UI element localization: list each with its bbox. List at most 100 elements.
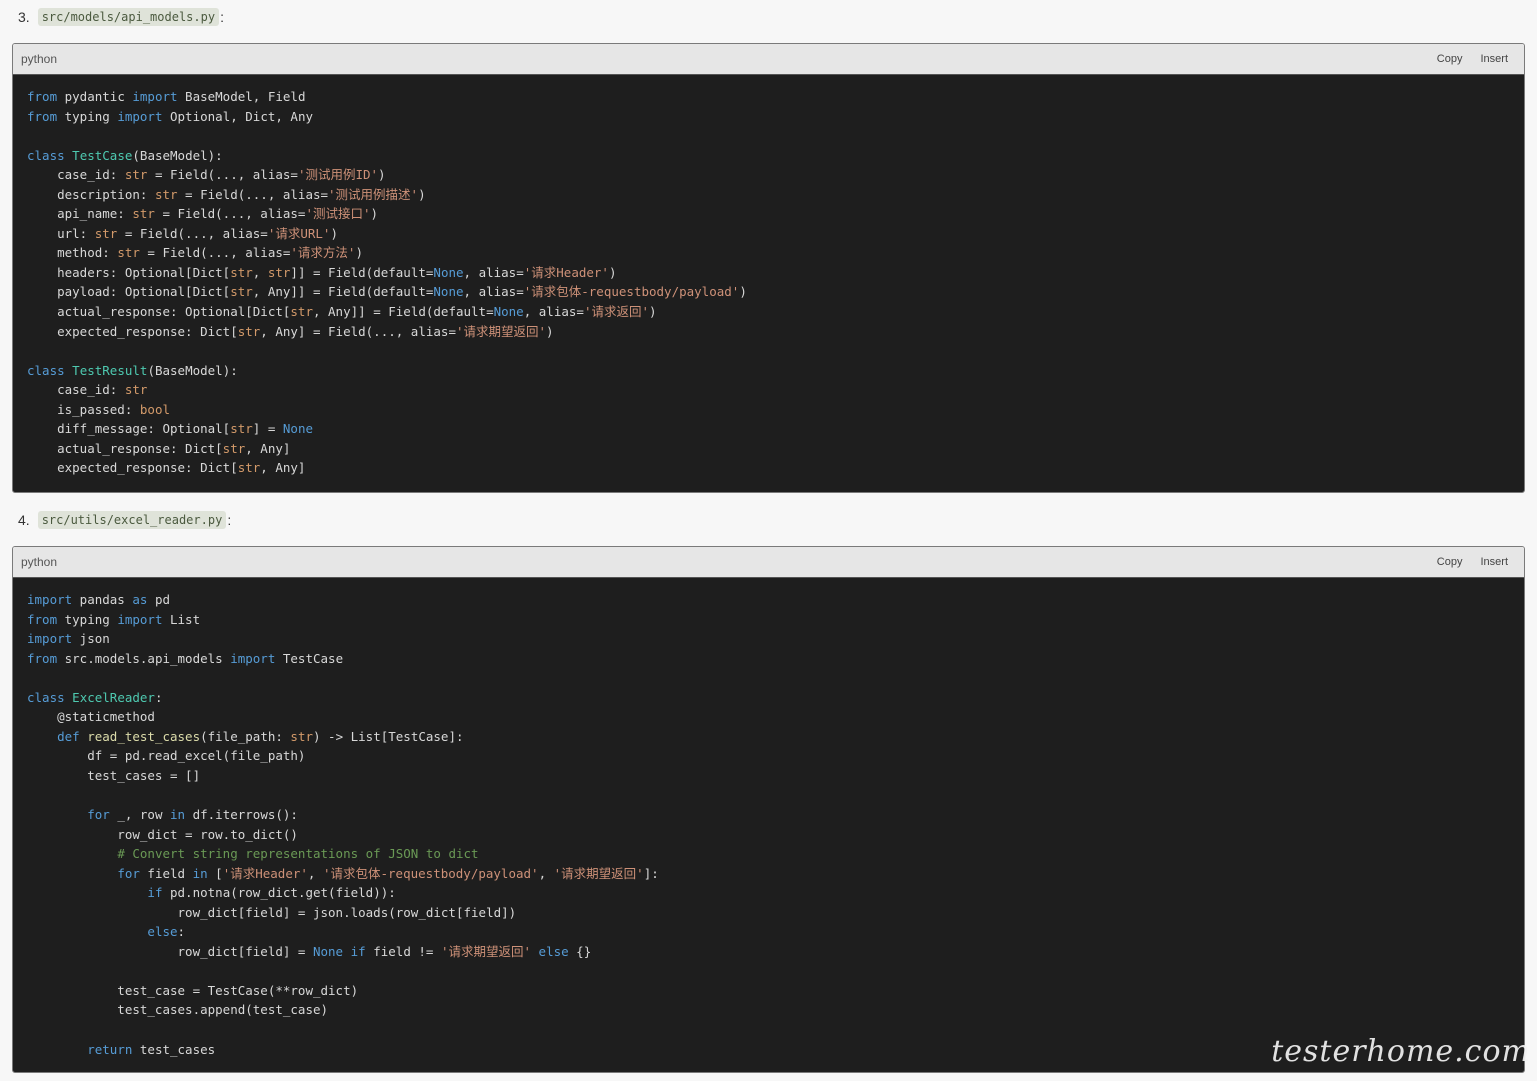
code-line: test_cases = []: [27, 766, 1524, 786]
code-token: :: [177, 924, 186, 940]
code-token: = Field(..., alias=: [117, 225, 268, 241]
code-token: , Any]] = Field(default=: [312, 304, 494, 320]
code-token: ]] = Field(default=: [290, 264, 434, 280]
watermark-logo: testerhome.com: [1271, 1034, 1531, 1069]
file-path: src/utils/excel_reader.py: [37, 511, 227, 529]
code-token: read_test_cases: [87, 728, 201, 744]
code-line: url: str = Field(..., alias='请求URL'): [27, 224, 1524, 244]
code-line: test_case = TestCase(**row_dict): [27, 981, 1524, 1001]
code-token: row_dict = row.to_dict(): [27, 826, 298, 842]
code-token: bool: [139, 401, 170, 417]
code-line: api_name: str = Field(..., alias='测试接口'): [27, 204, 1524, 224]
insert-button[interactable]: Insert: [1480, 556, 1508, 568]
code-token: = Field(..., alias=: [147, 167, 298, 183]
code-token: test_case = TestCase(**row_dict): [27, 982, 359, 998]
code-token: '请求期望返回': [440, 943, 532, 959]
copy-button[interactable]: Copy: [1437, 556, 1463, 568]
code-token: as: [132, 592, 148, 607]
code-line: @staticmethod: [27, 707, 1524, 727]
code-token: test_cases: [132, 1041, 216, 1057]
code-line: else:: [27, 922, 1524, 942]
code-token: headers: Optional[Dict[: [27, 264, 231, 280]
code-token: List: [162, 611, 201, 627]
code-token: else: [538, 943, 569, 959]
code-token: ): [370, 206, 379, 222]
code-token: TestResult: [72, 362, 148, 378]
code-token: None: [312, 943, 344, 959]
code-token: class: [27, 147, 65, 163]
code-token: import: [27, 631, 73, 647]
code-line: import pandas as pd: [27, 590, 1524, 610]
code-token: str: [230, 264, 253, 280]
code-token: ): [608, 264, 617, 280]
copy-button[interactable]: Copy: [1437, 53, 1463, 65]
code-token: ,: [307, 865, 323, 881]
code-token: '测试用例ID': [297, 167, 379, 183]
code-token: '测试接口': [305, 206, 371, 222]
code-token: str: [154, 186, 178, 202]
code-token: import: [117, 611, 163, 627]
code-token: case_id:: [27, 382, 125, 398]
code-line: def read_test_cases(file_path: str) -> L…: [27, 727, 1524, 747]
step-3-heading: 3. src/models/api_models.py :: [18, 8, 224, 26]
code-line: import json: [27, 629, 1524, 649]
code-token: description:: [27, 186, 155, 202]
code-line: row_dict[field] = json.loads(row_dict[fi…: [27, 903, 1524, 923]
code-token: , Any]: [245, 440, 291, 456]
code-token: actual_response: Dict[: [27, 440, 223, 456]
code-line: is_passed: bool: [27, 400, 1524, 420]
code-line: diff_message: Optional[str] = None: [27, 419, 1524, 439]
code-token: (BaseModel):: [132, 147, 223, 163]
code-token: ExcelReader: [72, 689, 155, 705]
code-token: str: [222, 440, 246, 456]
code-line: for field in ['请求Header', '请求包体-requestb…: [27, 864, 1524, 884]
code-token: _, row: [109, 807, 171, 823]
code-token: import: [132, 89, 178, 104]
code-token: pydantic: [57, 89, 133, 104]
file-path: src/models/api_models.py: [37, 8, 220, 26]
code-line: case_id: str = Field(..., alias='测试用例ID'…: [27, 165, 1524, 185]
code-token: in: [192, 865, 208, 881]
code-token: str: [230, 284, 253, 300]
code-line: if pd.notna(row_dict.get(field)):: [27, 883, 1524, 903]
code-token: str: [290, 304, 313, 320]
code-token: df.iterrows():: [185, 807, 298, 823]
code-token: None: [493, 304, 524, 320]
code-line: headers: Optional[Dict[str, str]] = Fiel…: [27, 263, 1524, 283]
code-line: row_dict[field] = None if field != '请求期望…: [27, 942, 1524, 962]
code-token: , alias=: [463, 284, 524, 300]
code-token: ): [649, 304, 657, 320]
code-token: import: [230, 650, 276, 666]
code-line: case_id: str: [27, 380, 1524, 400]
code-token: ] =: [252, 421, 283, 437]
insert-button[interactable]: Insert: [1480, 53, 1508, 65]
code-token: field: [139, 865, 193, 881]
code-token: None: [433, 264, 464, 280]
code-token: str: [237, 323, 261, 339]
code-token: Optional, Dict, Any: [162, 108, 313, 124]
code-token: , alias=: [463, 264, 524, 280]
code-token: '请求包体-requestbody/payload': [322, 865, 539, 881]
code-token: src.models.api_models: [57, 650, 231, 666]
code-token: import: [117, 108, 163, 124]
code-line: class TestResult(BaseModel):: [27, 361, 1524, 381]
code-body[interactable]: from pydantic import BaseModel, Field fro…: [13, 75, 1524, 492]
code-token: field !=: [365, 943, 441, 959]
code-body[interactable]: import pandas as pd from typing import Li…: [13, 578, 1524, 1072]
code-token: [: [207, 865, 223, 881]
code-token: '请求Header': [222, 865, 308, 881]
code-token: ,: [252, 264, 268, 280]
code-token: test_cases.append(test_case): [27, 1002, 329, 1018]
code-token: str: [94, 225, 118, 241]
code-token: typing: [57, 108, 118, 124]
code-token: str: [290, 728, 313, 744]
code-token: expected_response: Dict[: [27, 460, 238, 476]
code-token: str: [117, 245, 140, 261]
step-4-heading: 4. src/utils/excel_reader.py :: [18, 511, 231, 529]
code-token: '请求Header': [523, 264, 609, 280]
